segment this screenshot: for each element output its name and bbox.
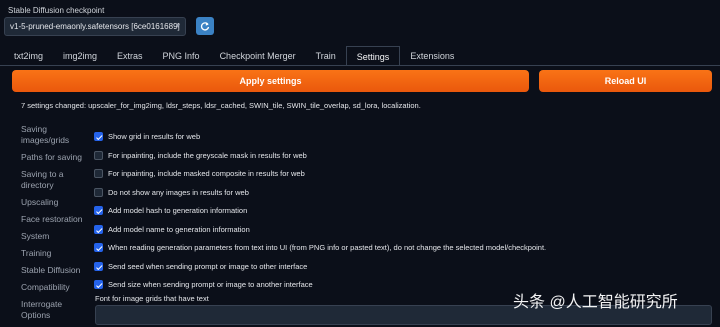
setting-option[interactable]: Add model name to generation information	[94, 225, 250, 234]
setting-option[interactable]: Add model hash to generation information	[94, 206, 247, 215]
sidebar-item-interrogate-options[interactable]: Interrogate Options	[21, 299, 89, 321]
tab-settings[interactable]: Settings	[345, 46, 401, 66]
setting-label: Add model hash to generation information	[108, 206, 248, 215]
setting-checkbox[interactable]	[94, 280, 103, 289]
sidebar-item-training[interactable]: Training	[21, 248, 89, 259]
setting-label: Send size when sending prompt or image t…	[108, 280, 313, 289]
setting-option[interactable]: When reading generation parameters from …	[94, 243, 546, 252]
refresh-checkpoint-button[interactable]	[196, 17, 214, 35]
checkpoint-label: Stable Diffusion checkpoint	[8, 6, 105, 15]
setting-checkbox[interactable]	[94, 151, 103, 160]
checkpoint-select[interactable]: v1-5-pruned-emaonly.safetensors [6ce0161…	[4, 17, 186, 36]
setting-label: For inpainting, include the greyscale ma…	[108, 151, 307, 160]
watermark: 头条 @人工智能研究所	[513, 294, 678, 311]
tab-train[interactable]: Train	[306, 46, 346, 66]
sidebar-item-paths-for-saving[interactable]: Paths for saving	[21, 152, 89, 163]
sidebar-item-upscaling[interactable]: Upscaling	[21, 197, 89, 208]
tab-bar: txt2img img2img Extras PNG Info Checkpoint M…	[4, 46, 464, 66]
tab-divider	[0, 65, 720, 66]
checkpoint-value: v1-5-pruned-emaonly.safetensors [6ce0161…	[10, 22, 180, 31]
setting-label: When reading generation parameters from …	[108, 243, 547, 252]
setting-label: For inpainting, include masked composite…	[108, 169, 305, 178]
sidebar-item-compatibility[interactable]: Compatibility	[21, 282, 89, 293]
tab-extensions[interactable]: Extensions	[400, 46, 464, 66]
refresh-icon	[200, 22, 210, 31]
sidebar-item-saving-to-a-directory[interactable]: Saving to a directory	[21, 169, 89, 191]
apply-settings-button[interactable]: Apply settings	[12, 70, 529, 92]
setting-option[interactable]: Send seed when sending prompt or image t…	[94, 262, 307, 271]
setting-label: Do not show any images in results for we…	[108, 188, 249, 197]
setting-checkbox[interactable]	[94, 169, 103, 178]
setting-option[interactable]: For inpainting, include masked composite…	[94, 169, 305, 178]
settings-sidebar: Saving images/grids Paths for saving Savin…	[21, 124, 89, 327]
settings-changed-status: 7 settings changed: upscaler_for_img2img…	[21, 101, 421, 110]
setting-option[interactable]: For inpainting, include the greyscale ma…	[94, 151, 307, 160]
setting-checkbox[interactable]	[94, 132, 103, 141]
setting-label: Add model name to generation information	[108, 225, 250, 234]
setting-checkbox[interactable]	[94, 206, 103, 215]
setting-checkbox[interactable]	[94, 225, 103, 234]
sidebar-item-stable-diffusion[interactable]: Stable Diffusion	[21, 265, 89, 276]
chevron-down-icon: ▾	[175, 21, 180, 30]
font-field-label: Font for image grids that have text	[95, 294, 209, 303]
sidebar-item-system[interactable]: System	[21, 231, 89, 242]
setting-checkbox[interactable]	[94, 188, 103, 197]
setting-label: Show grid in results for web	[108, 132, 201, 141]
setting-option[interactable]: Show grid in results for web	[94, 132, 200, 141]
sidebar-item-face-restoration[interactable]: Face restoration	[21, 214, 89, 225]
setting-checkbox[interactable]	[94, 262, 103, 271]
setting-checkbox[interactable]	[94, 243, 103, 252]
tab-checkpoint-merger[interactable]: Checkpoint Merger	[210, 46, 306, 66]
sidebar-item-saving-images-grids[interactable]: Saving images/grids	[21, 124, 89, 146]
setting-label: Send seed when sending prompt or image t…	[108, 262, 308, 271]
tab-png-info[interactable]: PNG Info	[153, 46, 210, 66]
setting-option[interactable]: Do not show any images in results for we…	[94, 188, 249, 197]
setting-option[interactable]: Send size when sending prompt or image t…	[94, 280, 313, 289]
reload-ui-button[interactable]: Reload UI	[539, 70, 712, 92]
tab-txt2img[interactable]: txt2img	[4, 46, 53, 66]
tab-extras[interactable]: Extras	[107, 46, 153, 66]
tab-img2img[interactable]: img2img	[53, 46, 107, 66]
